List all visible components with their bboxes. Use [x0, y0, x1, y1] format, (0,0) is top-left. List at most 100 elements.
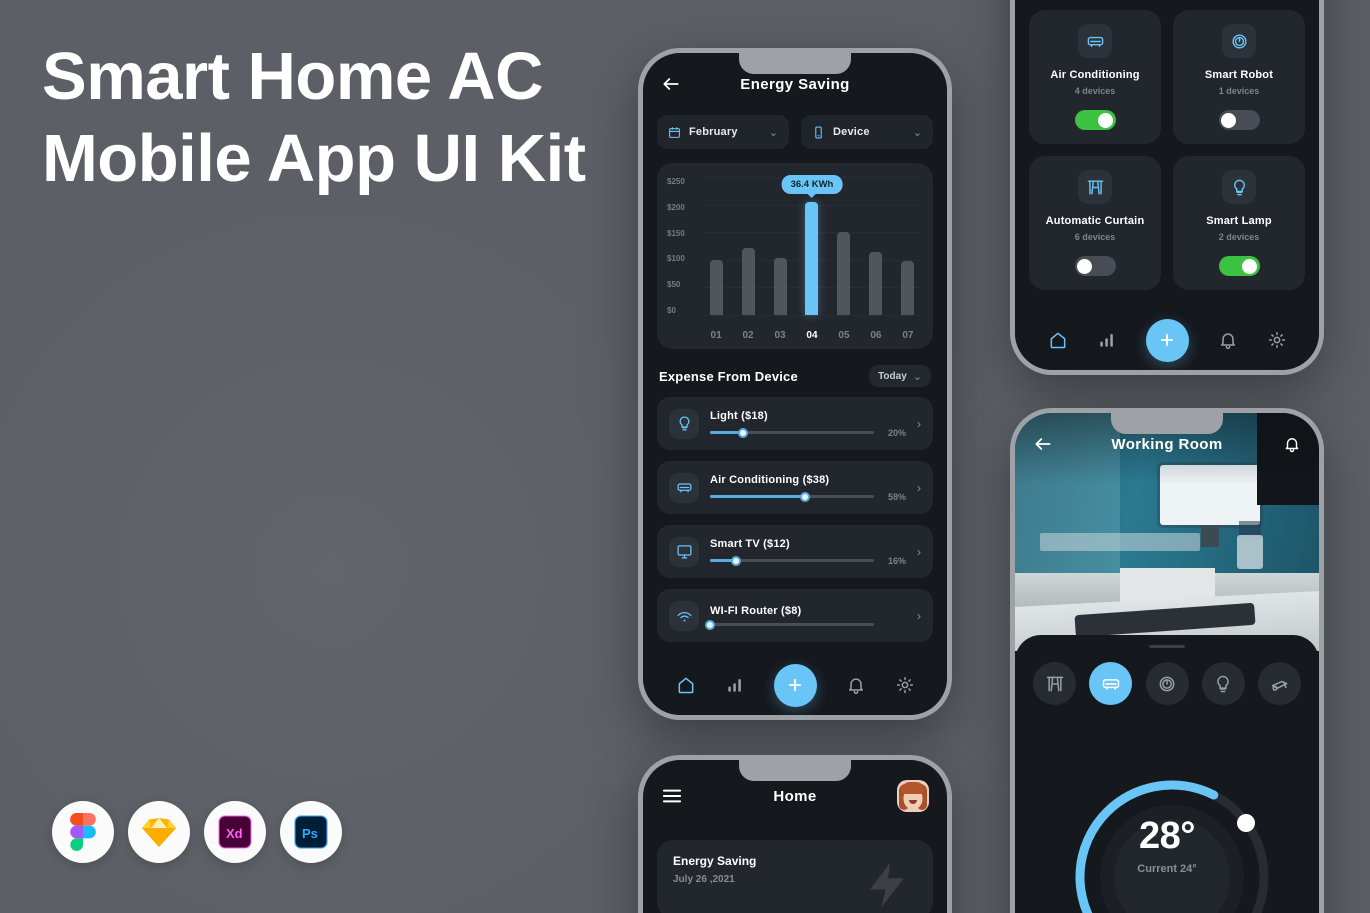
chart-bar[interactable] — [741, 247, 755, 315]
room-control-camera[interactable] — [1258, 662, 1301, 705]
page-title: Working Room — [1111, 435, 1223, 453]
back-button[interactable] — [661, 74, 681, 94]
device-toggle[interactable] — [1074, 256, 1116, 276]
chevron-right-icon[interactable]: › — [917, 417, 921, 431]
nav-add-button[interactable] — [773, 663, 817, 707]
dial-readout: 28° Current 24° — [1087, 815, 1247, 875]
filter-device-dropdown[interactable]: Device ⌄ — [801, 115, 933, 149]
plus-icon — [788, 678, 802, 692]
slider-track[interactable] — [710, 491, 874, 502]
notifications-button[interactable] — [1283, 435, 1301, 453]
slider-track[interactable] — [705, 619, 874, 630]
expense-item[interactable]: Air Conditioning ($38) 58% › — [657, 461, 933, 514]
chart-x-tick[interactable]: 07 — [895, 330, 921, 341]
sketch-logo[interactable] — [128, 801, 190, 863]
slider-knob[interactable] — [737, 427, 748, 438]
phone-notch — [1111, 413, 1223, 434]
chart-bar-column[interactable] — [735, 177, 761, 315]
nav-settings[interactable] — [895, 675, 915, 695]
nav-settings[interactable] — [1267, 330, 1287, 350]
back-button[interactable] — [1033, 434, 1053, 454]
slider-knob[interactable] — [731, 555, 742, 566]
chart-x-tick[interactable]: 06 — [863, 330, 889, 341]
nav-notifications[interactable] — [846, 675, 866, 695]
chart-x-tick[interactable]: 03 — [767, 330, 793, 341]
chart-bar-column[interactable] — [703, 177, 729, 315]
expense-range-dropdown[interactable]: Today ⌄ — [869, 365, 931, 387]
room-control-lightbulb[interactable] — [1201, 662, 1245, 705]
expense-name: WI-FI Router ($8) — [710, 605, 802, 617]
home-energy-card[interactable]: Energy Saving July 26 ,2021 — [657, 840, 933, 913]
nav-home[interactable] — [1048, 330, 1068, 350]
device-card[interactable]: Smart Robot 1 devices — [1173, 10, 1305, 144]
adobe-xd-logo[interactable]: Xd — [204, 801, 266, 863]
page-title: Energy Saving — [740, 75, 850, 93]
chevron-right-icon[interactable]: › — [917, 545, 921, 559]
chart-x-tick[interactable]: 02 — [735, 330, 761, 341]
device-card[interactable]: Smart Lamp 2 devices — [1173, 156, 1305, 290]
chart-x-tick[interactable]: 01 — [703, 330, 729, 341]
slider-track[interactable] — [710, 555, 874, 566]
home-icon — [1050, 332, 1065, 349]
air-conditioner-icon — [1102, 678, 1119, 690]
device-toggle[interactable] — [1218, 110, 1260, 130]
chevron-down-icon: ⌄ — [768, 126, 778, 139]
device-toggle[interactable] — [1218, 256, 1260, 276]
nav-add-button[interactable] — [1145, 318, 1189, 362]
expense-slider[interactable] — [705, 619, 906, 630]
filter-month-dropdown[interactable]: February ⌄ — [657, 115, 789, 149]
menu-button[interactable] — [661, 787, 683, 805]
chart-bar[interactable] — [901, 260, 915, 315]
lightbulb-icon — [1217, 675, 1229, 692]
nav-stats[interactable] — [1097, 330, 1117, 350]
room-control-curtain[interactable] — [1033, 662, 1076, 705]
room-control-robot-power[interactable] — [1145, 662, 1189, 705]
chart-bar[interactable] — [773, 258, 787, 315]
sheet-grabber[interactable] — [1149, 645, 1185, 648]
chart-bar-column[interactable] — [831, 177, 857, 315]
chart-bar[interactable] — [709, 259, 723, 315]
nav-notifications[interactable] — [1218, 330, 1238, 350]
figma-logo[interactable] — [52, 801, 114, 863]
chart-x-tick[interactable]: 04 — [799, 330, 825, 341]
nav-home[interactable] — [676, 675, 696, 695]
expense-percent: 58% — [887, 491, 906, 502]
chart-bar-column[interactable] — [767, 177, 793, 315]
room-control-air-conditioner[interactable] — [1089, 662, 1133, 705]
slider-knob[interactable] — [800, 491, 811, 502]
expense-body: Smart TV ($12) 16% — [710, 538, 906, 566]
phone-working-room: Working Room 28° Current 24° — [1010, 408, 1324, 913]
chart-bar[interactable] — [805, 201, 819, 315]
slider-track[interactable] — [710, 427, 874, 438]
hero-line-2: Mobile App UI Kit — [42, 121, 586, 196]
chart-y-tick: $100 — [667, 254, 685, 264]
avatar[interactable] — [897, 780, 929, 812]
robot-power-icon — [1231, 33, 1247, 49]
chart-bar[interactable] — [869, 251, 883, 315]
expense-slider[interactable]: 20% — [710, 427, 906, 438]
expense-list: Light ($18) 20% › Air Conditioning ($38) — [643, 397, 947, 642]
expense-slider[interactable]: 58% — [710, 491, 906, 502]
svg-text:Ps: Ps — [302, 826, 318, 841]
slider-knob[interactable] — [705, 619, 715, 630]
device-card[interactable]: Air Conditioning 4 devices — [1029, 10, 1161, 144]
chart-bar-column[interactable] — [895, 177, 921, 315]
photoshop-logo[interactable]: Ps — [280, 801, 342, 863]
chevron-right-icon[interactable]: › — [917, 481, 921, 495]
expense-item[interactable]: WI-FI Router ($8) › — [657, 589, 933, 642]
temperature-dial[interactable]: 28° Current 24° − + — [1015, 727, 1319, 913]
device-toggle[interactable] — [1074, 110, 1116, 130]
expense-slider[interactable]: 16% — [710, 555, 906, 566]
chart-bar-column[interactable]: 36.4 KWh — [781, 174, 843, 315]
expense-item[interactable]: Light ($18) 20% › — [657, 397, 933, 450]
device-card[interactable]: Automatic Curtain 6 devices — [1029, 156, 1161, 290]
chevron-right-icon[interactable]: › — [917, 609, 921, 623]
device-count: 6 devices — [1074, 232, 1116, 242]
expense-name: Light ($18) — [710, 409, 768, 422]
chart-bar[interactable] — [837, 232, 851, 315]
chart-bar-column[interactable] — [863, 177, 889, 315]
expense-item[interactable]: Smart TV ($12) 16% › — [657, 525, 933, 578]
chart-y-tick: $150 — [667, 228, 685, 238]
nav-stats[interactable] — [725, 675, 745, 695]
chart-x-tick[interactable]: 05 — [831, 330, 857, 341]
